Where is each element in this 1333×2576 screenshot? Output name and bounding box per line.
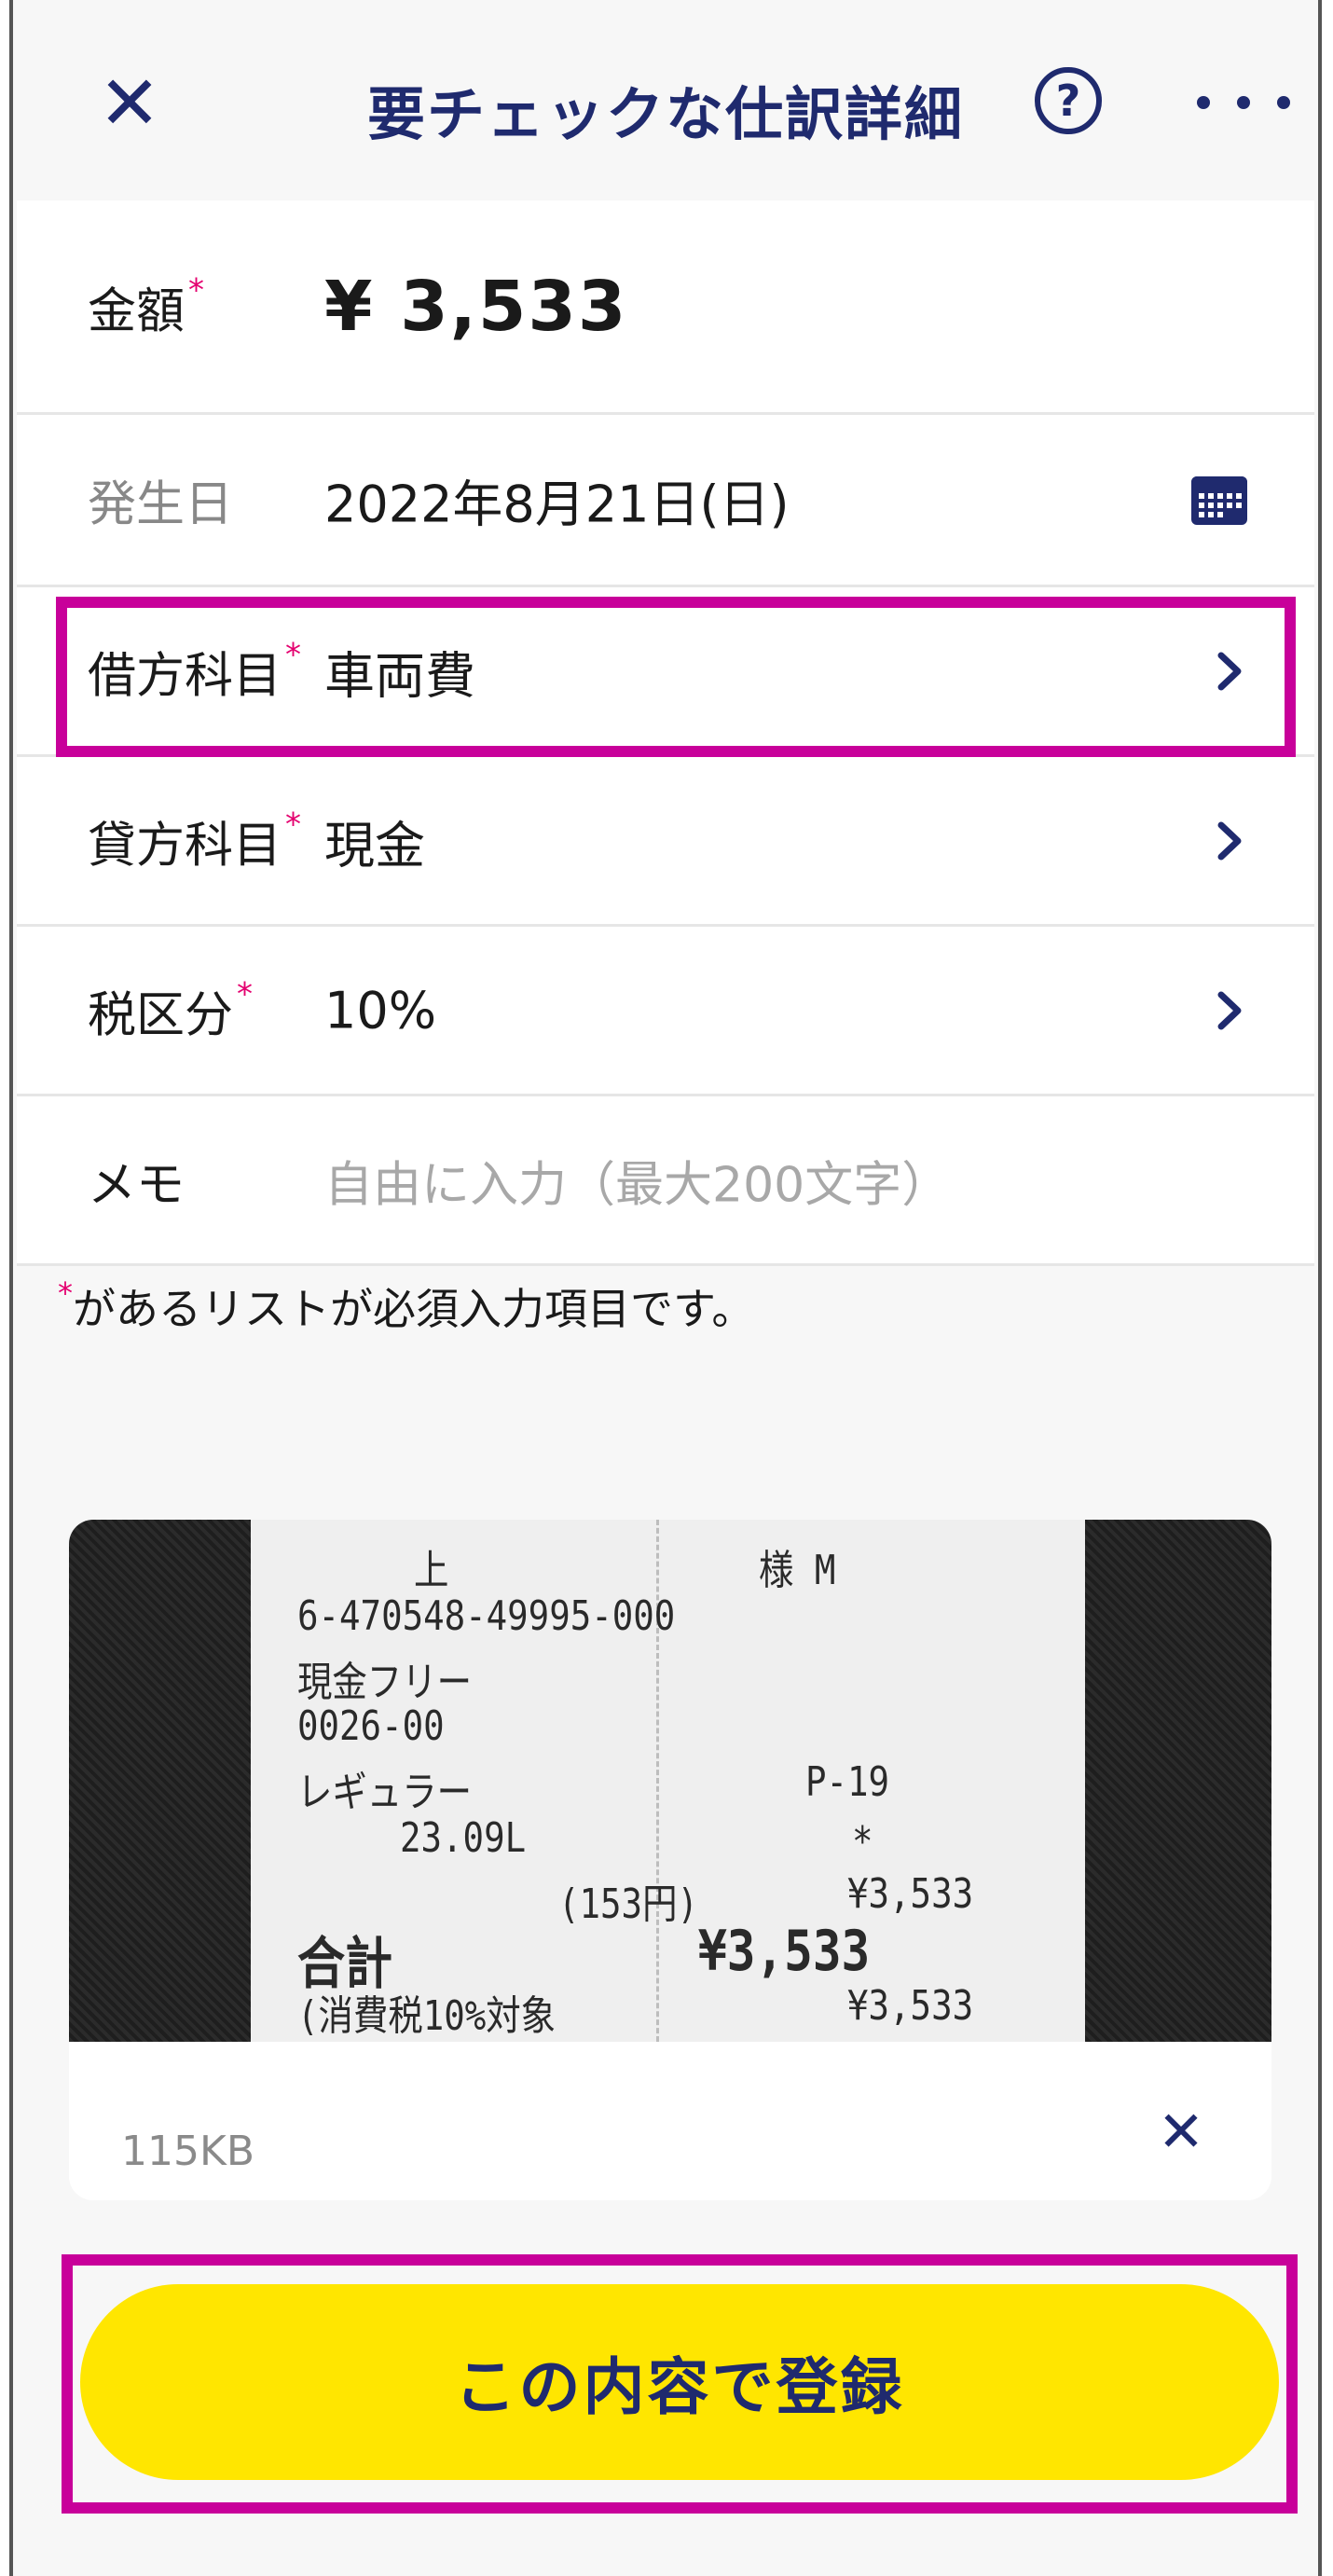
- question-icon: ?: [1055, 76, 1081, 126]
- amount-label: 金額 *: [88, 271, 205, 339]
- page-title: 要チェックな仕訳詳細: [366, 80, 964, 148]
- chevron-right-icon[interactable]: [1212, 818, 1249, 864]
- receipt-attachment[interactable]: 上 様 M 6-470548-49995-000 現金フリー 0026-00 レ…: [69, 1520, 1271, 2200]
- close-icon: ✕: [1157, 2100, 1205, 2165]
- receipt-photo[interactable]: 上 様 M 6-470548-49995-000 現金フリー 0026-00 レ…: [69, 1520, 1271, 2042]
- required-note: *があるリストが必須入力項目です。: [58, 1275, 755, 1334]
- file-info-bar: 115KB ✕: [69, 2042, 1271, 2200]
- file-size: 115KB: [121, 2128, 255, 2175]
- header: ✕ 要チェックな仕訳詳細 ?: [13, 0, 1318, 200]
- required-mark: *: [188, 271, 205, 309]
- app-frame: ✕ 要チェックな仕訳詳細 ? 金額 * ¥ 3,533 発生日 2022年8月21…: [9, 0, 1322, 2576]
- required-mark: *: [58, 1275, 73, 1311]
- credit-value: 現金: [324, 816, 425, 875]
- chevron-right-icon[interactable]: [1212, 648, 1249, 695]
- remove-attachment-button[interactable]: ✕: [1148, 2100, 1214, 2165]
- memo-input[interactable]: 自由に入力（最大200文字）: [324, 1145, 950, 1215]
- required-mark: *: [285, 636, 302, 673]
- more-menu-button[interactable]: [1197, 75, 1290, 131]
- debit-account-row[interactable]: 借方科目 * 車両費: [17, 587, 1314, 757]
- credit-account-row[interactable]: 貸方科目 * 現金: [17, 757, 1314, 927]
- memo-row[interactable]: メモ 自由に入力（最大200文字）: [17, 1096, 1314, 1266]
- debit-value: 車両費: [324, 646, 475, 705]
- calendar-icon[interactable]: [1189, 473, 1249, 527]
- required-mark: *: [237, 975, 254, 1012]
- date-label: 発生日: [88, 476, 234, 533]
- required-mark: *: [285, 806, 302, 843]
- amount-row[interactable]: 金額 * ¥ 3,533: [17, 200, 1314, 415]
- receipt-paper: 上 様 M 6-470548-49995-000 現金フリー 0026-00 レ…: [251, 1520, 1085, 2042]
- journal-form: 金額 * ¥ 3,533 発生日 2022年8月21日(日) 借方科目 * 車両…: [17, 200, 1314, 1266]
- help-button[interactable]: ?: [1035, 67, 1102, 134]
- more-dot-icon: [1277, 96, 1290, 109]
- chevron-right-icon[interactable]: [1212, 987, 1249, 1034]
- tax-category-row[interactable]: 税区分 * 10%: [17, 927, 1314, 1096]
- memo-label: メモ: [88, 1157, 186, 1213]
- tax-value: 10%: [324, 981, 437, 1040]
- tax-label: 税区分 *: [88, 975, 254, 1043]
- more-dot-icon: [1237, 96, 1250, 109]
- debit-label: 借方科目 *: [88, 636, 302, 704]
- register-button[interactable]: この内容で登録: [80, 2284, 1279, 2480]
- credit-label: 貸方科目 *: [88, 806, 302, 874]
- date-row[interactable]: 発生日 2022年8月21日(日): [17, 415, 1314, 587]
- more-dot-icon: [1197, 96, 1210, 109]
- date-value[interactable]: 2022年8月21日(日): [324, 463, 790, 537]
- amount-value[interactable]: ¥ 3,533: [324, 267, 627, 347]
